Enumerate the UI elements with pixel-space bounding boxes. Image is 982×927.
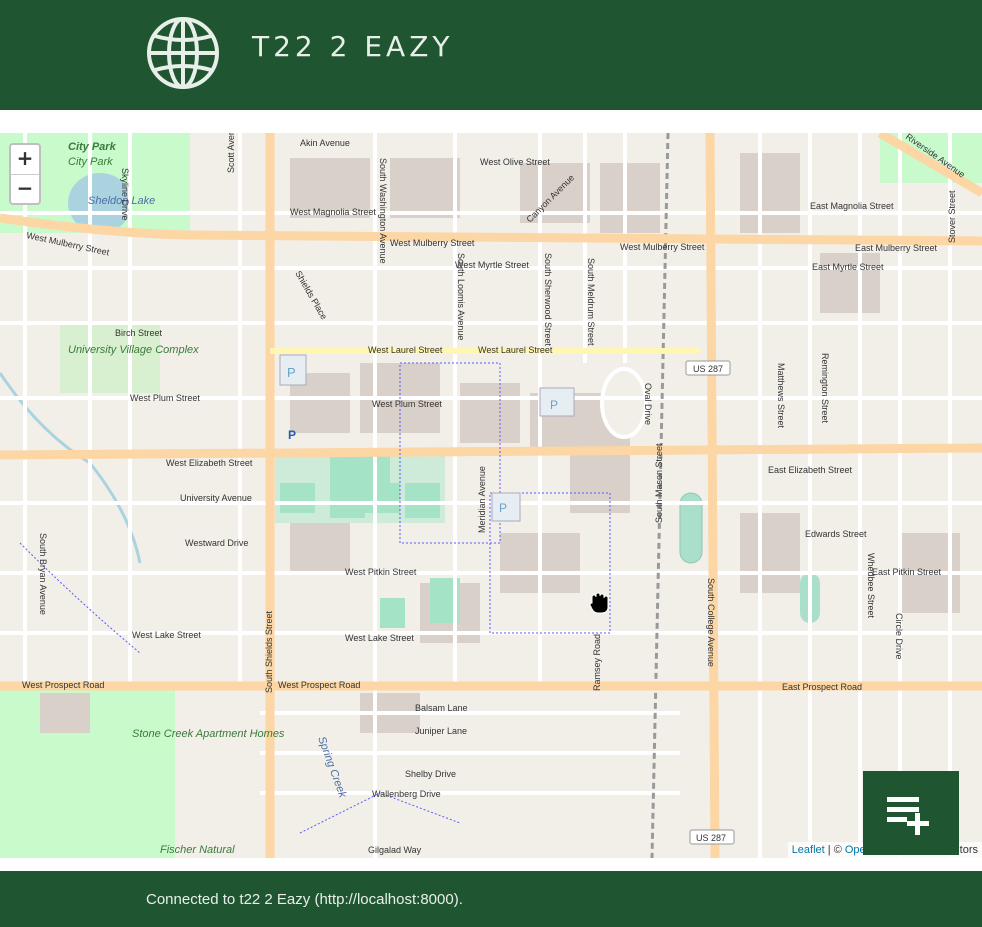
svg-text:West Magnolia Street: West Magnolia Street [290, 207, 376, 217]
svg-text:West Prospect Road: West Prospect Road [278, 680, 360, 690]
map-view[interactable]: P P P P US 287 US 287 City Park City Par… [0, 133, 982, 858]
svg-text:South Meldrum Street: South Meldrum Street [586, 258, 596, 346]
svg-text:Scott Avenue: Scott Avenue [226, 133, 236, 173]
svg-text:City Park: City Park [68, 141, 117, 153]
app-title: T22 2 EAZY [252, 30, 454, 63]
svg-text:East Magnolia Street: East Magnolia Street [810, 201, 894, 211]
svg-text:South Shields Street: South Shields Street [264, 610, 274, 693]
svg-text:Juniper Lane: Juniper Lane [415, 726, 467, 736]
playlist-add-icon [887, 797, 929, 835]
svg-text:West Mulberry Street: West Mulberry Street [390, 238, 475, 248]
app-header: T22 2 EAZY [0, 0, 982, 110]
svg-text:South Loomis Avenue: South Loomis Avenue [456, 253, 466, 340]
connection-status: Connected to t22 2 Eazy (http://localhos… [146, 891, 463, 908]
svg-text:Meridian Avenue: Meridian Avenue [477, 466, 487, 533]
svg-text:Shelby Drive: Shelby Drive [405, 769, 456, 779]
svg-text:US 287: US 287 [696, 833, 726, 843]
svg-text:P: P [288, 428, 296, 442]
svg-text:South College Avenue: South College Avenue [706, 578, 716, 667]
svg-text:US 287: US 287 [693, 364, 723, 374]
svg-text:Spring Creek: Spring Creek [315, 735, 348, 800]
svg-text:Stone Creek Apartment Homes: Stone Creek Apartment Homes [132, 728, 285, 740]
svg-text:West Mulberry Street: West Mulberry Street [620, 242, 705, 252]
svg-text:Gilgalad Way: Gilgalad Way [368, 845, 422, 855]
svg-text:P: P [287, 365, 296, 380]
svg-text:Circle Drive: Circle Drive [894, 613, 904, 660]
svg-text:East Elizabeth Street: East Elizabeth Street [768, 465, 853, 475]
zoom-in-button[interactable]: + [11, 145, 39, 175]
svg-text:West Prospect Road: West Prospect Road [22, 680, 104, 690]
zoom-control: + − [9, 143, 41, 205]
svg-text:Stover Street: Stover Street [947, 190, 957, 243]
zoom-out-button[interactable]: − [11, 175, 39, 204]
svg-text:East Prospect Road: East Prospect Road [782, 682, 862, 692]
svg-text:Westward Drive: Westward Drive [185, 538, 248, 548]
svg-text:Shields Place: Shields Place [293, 269, 329, 321]
svg-text:East Myrtle Street: East Myrtle Street [812, 262, 884, 272]
svg-text:Fischer Natural: Fischer Natural [160, 844, 235, 856]
svg-text:East Pitkin Street: East Pitkin Street [872, 567, 942, 577]
svg-text:Matthews Street: Matthews Street [776, 363, 786, 429]
svg-text:West Plum Street: West Plum Street [372, 399, 442, 409]
svg-text:Birch Street: Birch Street [115, 328, 163, 338]
svg-text:University Avenue: University Avenue [180, 493, 252, 503]
basemap: P P P P US 287 US 287 City Park City Par… [0, 133, 982, 858]
svg-text:P: P [550, 398, 558, 412]
svg-text:Remington Street: Remington Street [820, 353, 830, 424]
svg-text:City Park: City Park [68, 156, 113, 168]
attribution-tail: tors [959, 844, 978, 856]
svg-text:Oval Drive: Oval Drive [643, 383, 653, 425]
svg-text:West Lake Street: West Lake Street [345, 633, 414, 643]
svg-text:Edwards Street: Edwards Street [805, 529, 867, 539]
hand-cursor-icon [589, 592, 609, 614]
svg-text:East Mulberry Street: East Mulberry Street [855, 243, 938, 253]
globe-icon[interactable] [146, 16, 220, 90]
svg-text:West Plum Street: West Plum Street [130, 393, 200, 403]
svg-text:West Lake Street: West Lake Street [132, 630, 201, 640]
svg-text:West Olive Street: West Olive Street [480, 157, 550, 167]
svg-text:Whedbee Street: Whedbee Street [866, 553, 876, 619]
svg-text:South Sherwood Street: South Sherwood Street [543, 253, 553, 347]
status-footer: Connected to t22 2 Eazy (http://localhos… [0, 871, 982, 927]
svg-text:Balsam Lane: Balsam Lane [415, 703, 468, 713]
svg-text:West Laurel Street: West Laurel Street [368, 345, 443, 355]
leaflet-link[interactable]: Leaflet [792, 844, 825, 856]
svg-text:Akin Avenue: Akin Avenue [300, 138, 350, 148]
svg-text:University Village Complex: University Village Complex [68, 344, 199, 356]
add-to-queue-button[interactable] [863, 771, 959, 855]
svg-text:Wallenberg Drive: Wallenberg Drive [372, 789, 441, 799]
attribution-separator: | © [824, 844, 845, 856]
svg-text:P: P [499, 501, 507, 515]
svg-text:Ramsey Road: Ramsey Road [592, 634, 602, 691]
svg-text:Skyline Drive: Skyline Drive [120, 168, 130, 221]
svg-text:South Mason Street: South Mason Street [654, 443, 664, 523]
svg-text:West Laurel Street: West Laurel Street [478, 345, 553, 355]
svg-text:West Pitkin Street: West Pitkin Street [345, 567, 417, 577]
svg-text:South Bryan Avenue: South Bryan Avenue [38, 533, 48, 615]
svg-text:South Washington Avenue: South Washington Avenue [378, 158, 388, 264]
svg-text:West Elizabeth Street: West Elizabeth Street [166, 458, 253, 468]
